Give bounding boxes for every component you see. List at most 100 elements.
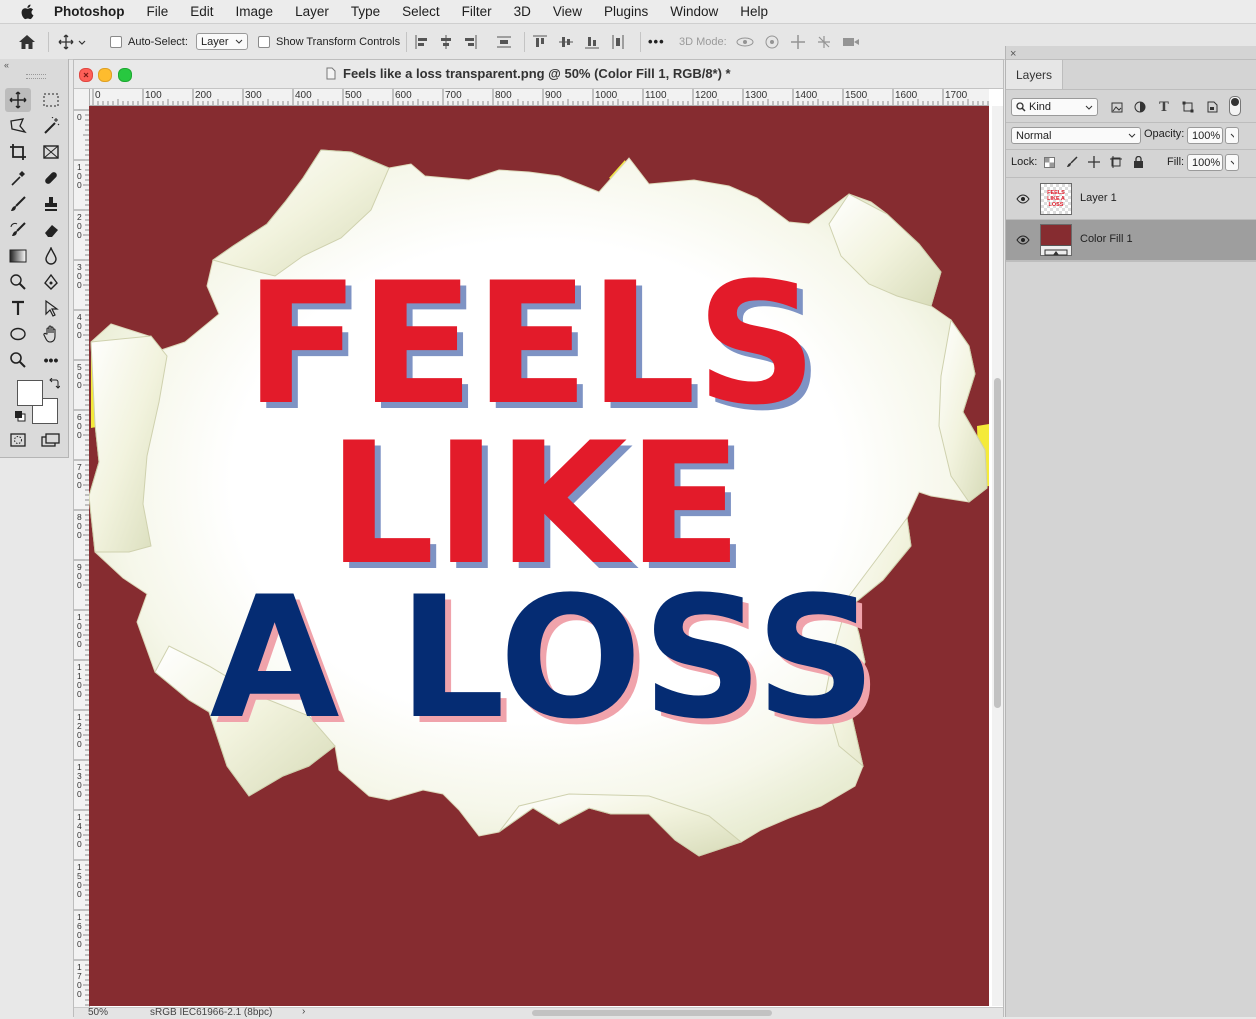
layer-name[interactable]: Layer 1 bbox=[1080, 192, 1117, 204]
filter-adjustment-icon[interactable] bbox=[1133, 100, 1147, 114]
lock-artboard-icon[interactable] bbox=[1109, 155, 1123, 169]
distribute-vertical-icon[interactable] bbox=[496, 34, 512, 50]
screen-mode-button[interactable] bbox=[38, 428, 64, 452]
foreground-color-swatch[interactable] bbox=[17, 380, 43, 406]
document-titlebar[interactable]: Feels like a loss transparent.png @ 50% … bbox=[74, 60, 1003, 89]
edit-toolbar-button[interactable]: ••• bbox=[38, 348, 64, 372]
auto-select-check[interactable] bbox=[110, 35, 122, 48]
distribute-horizontal-icon[interactable] bbox=[610, 34, 626, 50]
healing-brush-tool[interactable] bbox=[38, 166, 64, 190]
menu-window[interactable]: Window bbox=[659, 4, 729, 19]
filter-kind-dropdown[interactable]: Kind bbox=[1011, 98, 1098, 116]
dodge-tool[interactable] bbox=[5, 270, 31, 294]
fill-slider-button[interactable] bbox=[1225, 154, 1239, 171]
default-colors-icon[interactable] bbox=[14, 410, 26, 425]
lock-transparency-icon[interactable] bbox=[1042, 155, 1056, 169]
visibility-eye-icon[interactable] bbox=[1016, 192, 1030, 206]
status-menu-arrow[interactable]: › bbox=[302, 1006, 305, 1017]
frame-tool[interactable] bbox=[38, 140, 64, 164]
menu-app-name[interactable]: Photoshop bbox=[50, 4, 136, 19]
stamp-tool[interactable] bbox=[38, 192, 64, 216]
align-bottom-icon[interactable] bbox=[584, 34, 600, 50]
3d-pan-icon[interactable] bbox=[790, 34, 806, 50]
canvas[interactable]: FEELS FEELS LIKE LIKE A LOSS A LOSS bbox=[89, 106, 989, 1006]
align-hcenter-icon[interactable] bbox=[438, 34, 454, 50]
path-selection-tool[interactable] bbox=[38, 296, 64, 320]
menu-layer[interactable]: Layer bbox=[284, 4, 340, 19]
menu-image[interactable]: Image bbox=[225, 4, 285, 19]
marquee-tool[interactable] bbox=[38, 88, 64, 112]
align-top-icon[interactable] bbox=[532, 34, 548, 50]
menu-view[interactable]: View bbox=[542, 4, 593, 19]
opacity-input[interactable]: 100% bbox=[1187, 127, 1223, 144]
3d-orbit-icon[interactable] bbox=[736, 35, 754, 49]
vertical-scroll-thumb[interactable] bbox=[994, 378, 1001, 708]
horizontal-ruler[interactable]: 0 100 200 300 400 500 600 700 800 900 1000 1100 1200… bbox=[89, 89, 989, 106]
menu-file[interactable]: File bbox=[136, 4, 180, 19]
align-left-icon[interactable] bbox=[414, 34, 430, 50]
filter-shape-icon[interactable] bbox=[1181, 100, 1195, 114]
zoom-level[interactable]: 50% bbox=[88, 1007, 108, 1018]
menu-select[interactable]: Select bbox=[391, 4, 451, 19]
move-tool-preset-icon[interactable] bbox=[58, 24, 90, 59]
zoom-tool[interactable] bbox=[5, 348, 31, 372]
blend-mode-dropdown[interactable]: Normal bbox=[1011, 127, 1141, 144]
magic-wand-tool[interactable] bbox=[38, 114, 64, 138]
crop-tool[interactable] bbox=[5, 140, 31, 164]
menu-filter[interactable]: Filter bbox=[451, 4, 503, 19]
pen-tool[interactable] bbox=[38, 270, 64, 294]
auto-select-checkbox[interactable]: Auto-Select: bbox=[110, 24, 188, 59]
show-transform-check[interactable] bbox=[258, 35, 270, 48]
lock-paint-brush-icon[interactable] bbox=[1065, 155, 1079, 169]
collapse-panel-icon[interactable]: « bbox=[4, 60, 9, 70]
panel-grip[interactable] bbox=[26, 74, 46, 79]
move-tool[interactable] bbox=[5, 88, 31, 112]
filter-toggle-switch[interactable] bbox=[1229, 96, 1241, 116]
filter-pixel-icon[interactable] bbox=[1110, 100, 1124, 114]
menu-edit[interactable]: Edit bbox=[179, 4, 224, 19]
type-tool[interactable] bbox=[5, 296, 31, 320]
blur-tool[interactable] bbox=[38, 244, 64, 268]
visibility-eye-icon[interactable] bbox=[1016, 233, 1030, 247]
horizontal-scroll-thumb[interactable] bbox=[532, 1010, 772, 1016]
layer-row-layer-1[interactable]: FEELS LIKE A LOSS Layer 1 bbox=[1006, 179, 1256, 220]
auto-select-dropdown[interactable]: Layer bbox=[196, 24, 248, 59]
filter-smart-object-icon[interactable] bbox=[1205, 100, 1219, 114]
layer-row-color-fill-1[interactable]: Color Fill 1 bbox=[1006, 220, 1256, 261]
align-right-icon[interactable] bbox=[462, 34, 478, 50]
brush-tool[interactable] bbox=[5, 192, 31, 216]
swap-colors-icon[interactable] bbox=[48, 377, 61, 393]
3d-slide-icon[interactable] bbox=[816, 34, 832, 50]
quick-mask-button[interactable] bbox=[5, 428, 31, 452]
close-window-button[interactable] bbox=[79, 68, 93, 82]
fill-input[interactable]: 100% bbox=[1187, 154, 1223, 171]
3d-roll-icon[interactable] bbox=[764, 34, 780, 50]
history-brush-tool[interactable] bbox=[5, 218, 31, 242]
tab-layers[interactable]: Layers bbox=[1006, 60, 1063, 89]
zoom-window-button[interactable] bbox=[118, 68, 132, 82]
menu-help[interactable]: Help bbox=[729, 4, 779, 19]
ellipse-tool[interactable] bbox=[5, 322, 31, 346]
eyedropper-tool[interactable] bbox=[5, 166, 31, 190]
align-vcenter-icon[interactable] bbox=[558, 34, 574, 50]
lasso-tool[interactable] bbox=[5, 114, 31, 138]
menu-plugins[interactable]: Plugins bbox=[593, 4, 659, 19]
more-options-button[interactable]: ••• bbox=[648, 24, 665, 59]
vertical-scrollbar[interactable] bbox=[992, 106, 1003, 1006]
apple-icon[interactable] bbox=[18, 3, 36, 21]
3d-camera-icon[interactable] bbox=[842, 35, 860, 49]
show-transform-checkbox[interactable]: Show Transform Controls bbox=[258, 24, 400, 59]
vertical-ruler[interactable]: 0100200300400500600700800900100011001200… bbox=[74, 89, 90, 1007]
menu-3d[interactable]: 3D bbox=[503, 4, 542, 19]
menu-type[interactable]: Type bbox=[340, 4, 391, 19]
filter-type-icon[interactable]: T bbox=[1157, 100, 1171, 115]
layer-name[interactable]: Color Fill 1 bbox=[1080, 233, 1133, 245]
gradient-tool[interactable] bbox=[5, 244, 31, 268]
minimize-window-button[interactable] bbox=[98, 68, 112, 82]
lock-position-icon[interactable] bbox=[1087, 155, 1101, 169]
lock-all-icon[interactable] bbox=[1131, 155, 1145, 169]
opacity-slider-button[interactable] bbox=[1225, 127, 1239, 144]
hand-tool[interactable] bbox=[38, 322, 64, 346]
eraser-tool[interactable] bbox=[38, 218, 64, 242]
home-icon[interactable] bbox=[18, 24, 36, 59]
